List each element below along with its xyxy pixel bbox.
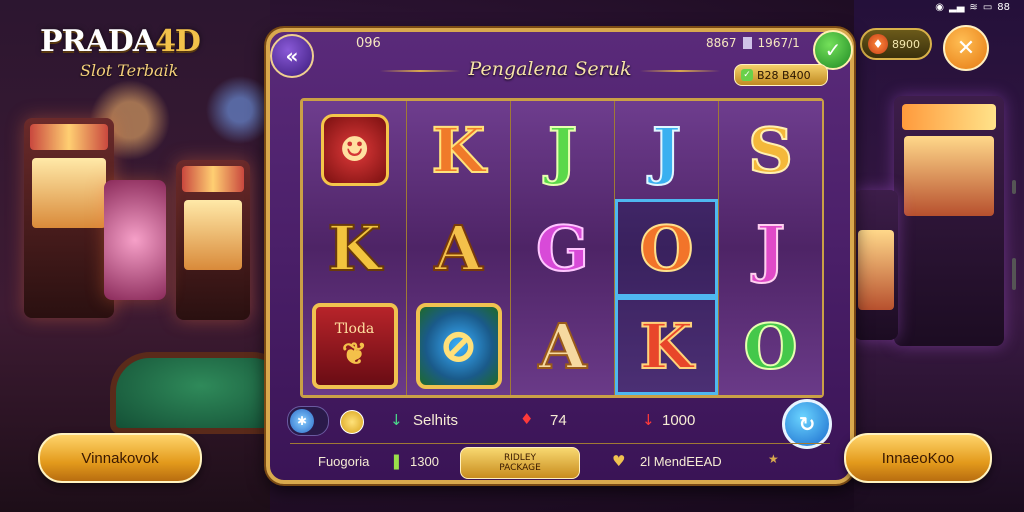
coin-balance[interactable]: ♦ 8900 <box>860 28 932 60</box>
location-icon: ◉ <box>935 1 945 13</box>
bet-value: 74 <box>550 412 567 429</box>
coin-icon <box>340 410 364 434</box>
reel-4: J O K <box>615 101 720 395</box>
symbol-a: A <box>433 211 483 286</box>
refresh-icon: ↻ <box>798 412 816 436</box>
star-icon: ★ <box>768 452 779 466</box>
game-title: Pengalena Seruk <box>468 58 632 80</box>
logo-name: PRADA <box>40 24 156 59</box>
card-label: Tloda <box>334 320 375 337</box>
reel-1: ☻ K Tloda ❦ <box>303 101 408 395</box>
stat-a: 8867 <box>706 36 737 50</box>
arcade-cabinet <box>176 160 250 320</box>
heart-icon: ♥ <box>612 452 626 470</box>
logo-tagline: Slot Terbaik <box>80 61 179 80</box>
arcade-wheel <box>104 180 166 300</box>
bottom-label: Fuogoria <box>318 454 370 469</box>
mask-icon: ☻ <box>320 114 389 186</box>
symbol-k: K <box>327 211 383 286</box>
bottom-value: 1300 <box>410 454 439 469</box>
symbol-s: S <box>747 113 794 188</box>
symbol-j: J <box>755 211 786 286</box>
back-button[interactable]: « <box>270 34 314 78</box>
right-action-button[interactable]: InnaeoKoo <box>844 433 992 483</box>
brand-logo: PRADA4D Slot Terbaik <box>40 24 201 80</box>
arrow-down-icon: ↓ <box>642 411 655 429</box>
symbol-j: J <box>547 113 578 188</box>
document-icon <box>742 37 752 49</box>
symbol-a: A <box>537 309 587 384</box>
top-stats: 8867 1967/1 <box>706 36 800 50</box>
battery-icon: ▭ <box>982 1 993 13</box>
gem-icon: ♦ <box>520 410 534 428</box>
balance-display: ✓ B28 B400 <box>734 64 828 86</box>
logo-name-accent: 4D <box>155 24 201 59</box>
arcade-cabinet <box>854 190 898 340</box>
symbol-j: J <box>651 113 682 188</box>
reel-3: J G A <box>511 101 616 395</box>
sword-shield-icon: ⊘ <box>415 303 502 389</box>
arcade-cabinet <box>24 118 114 318</box>
device-button <box>1012 258 1016 290</box>
balance-value: B28 B400 <box>757 68 811 82</box>
spin-button[interactable]: ↻ <box>782 399 832 449</box>
symbol-card: Tloda ❦ <box>303 297 406 395</box>
arcade-cabinet <box>894 96 1004 346</box>
symbol-g: G <box>535 211 590 286</box>
settings-icon: ✱ <box>290 409 314 433</box>
shell-icon: ❦ <box>341 336 368 372</box>
back-arrow-icon: « <box>285 44 299 68</box>
status-bar: ◉ ▂▄ ≋ ▭ 88 <box>935 0 1010 14</box>
coin-value: 8900 <box>892 37 920 51</box>
auto-toggle[interactable]: ✱ <box>287 406 329 436</box>
symbol-mask: ☻ <box>303 101 406 199</box>
close-button[interactable]: ✕ <box>943 25 989 71</box>
title-ornament-right <box>640 70 720 72</box>
slot-reels: ☻ K Tloda ❦ K A ⊘ J G A J O K S J O <box>300 98 824 398</box>
wifi-icon: ≋ <box>969 1 978 13</box>
symbol-k: K <box>431 113 487 188</box>
bottom-info: 2l MendEEAD <box>640 454 722 469</box>
panel-divider <box>290 443 830 444</box>
arrow-down-icon: ↓ <box>390 411 403 429</box>
coin-icon: ♦ <box>868 34 888 54</box>
symbol-shield: ⊘ <box>407 297 510 395</box>
round-counter: 096 <box>356 36 381 51</box>
reel-5: S J O <box>719 101 822 395</box>
device-button <box>1012 180 1016 194</box>
package-button[interactable]: RIDLEY PACKAGE <box>460 447 580 479</box>
symbol-k: K <box>615 297 718 395</box>
symbol-o: O <box>615 199 718 297</box>
check-icon: ✓ <box>824 38 842 62</box>
lines-label: Selhits <box>413 412 459 429</box>
signal-icon: ▂▄ <box>949 1 965 13</box>
coin-stack-icon: ❚ <box>390 452 403 470</box>
left-action-button[interactable]: Vinnakovok <box>38 433 202 483</box>
win-value: 1000 <box>662 412 696 429</box>
battery-level: 88 <box>997 1 1010 13</box>
symbol-o: O <box>742 309 798 384</box>
pool-table <box>110 352 292 434</box>
balance-icon: ✓ <box>741 69 753 81</box>
package-button-label: RIDLEY PACKAGE <box>499 453 541 473</box>
title-ornament-left <box>380 70 460 72</box>
reel-2: K A ⊘ <box>407 101 512 395</box>
stat-b: 1967/1 <box>757 36 800 50</box>
